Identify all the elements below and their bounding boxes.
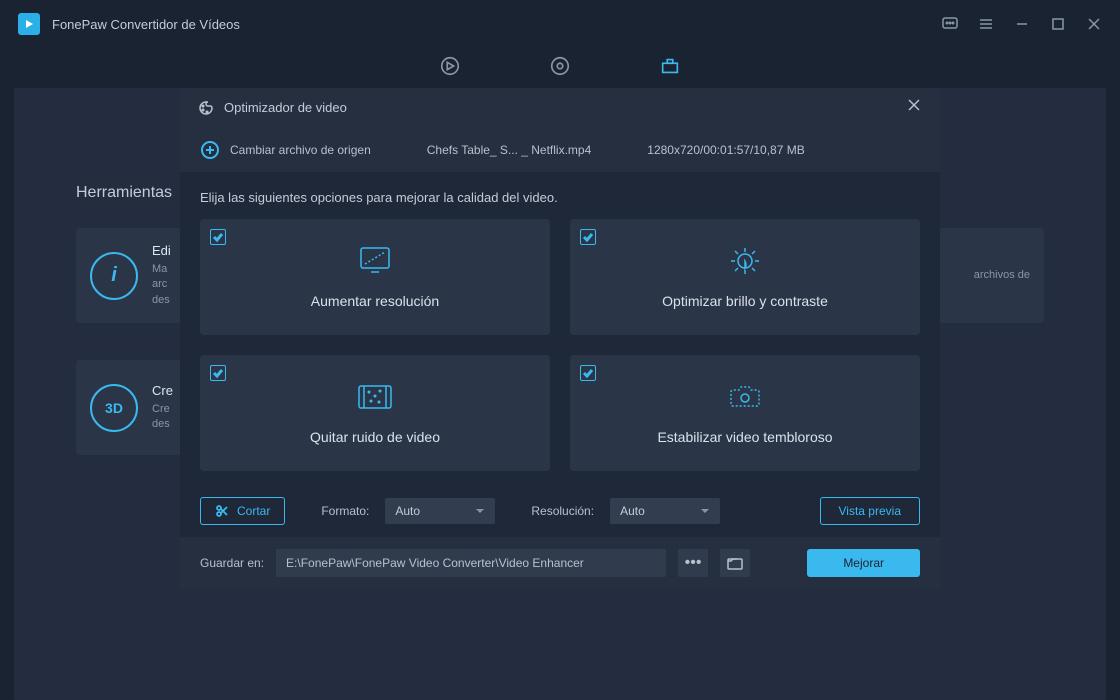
source-row: Cambiar archivo de origen Chefs Table_ S…: [180, 128, 940, 172]
chevron-down-icon: [475, 506, 485, 516]
tab-convert-icon[interactable]: [439, 55, 461, 82]
checkbox-upscale[interactable]: [210, 229, 226, 245]
modal-title: Optimizador de video: [224, 100, 906, 115]
option-grid: Aumentar resolución Optimizar brillo y c…: [200, 219, 920, 471]
resolution-select[interactable]: Auto: [610, 498, 720, 524]
bg-card-title: Edi: [152, 243, 171, 258]
browse-button[interactable]: •••: [678, 549, 708, 577]
option-denoise[interactable]: Quitar ruido de video: [200, 355, 550, 471]
brightness-icon: [723, 246, 767, 281]
bg-card-desc: Maarcdes: [152, 262, 171, 308]
close-modal-button[interactable]: [906, 97, 922, 118]
close-icon[interactable]: [1086, 16, 1102, 32]
cut-button[interactable]: Cortar: [200, 497, 285, 525]
denoise-icon: [353, 382, 397, 417]
save-path-input[interactable]: [276, 549, 666, 577]
titlebar: FonePaw Convertidor de Vídeos: [0, 0, 1120, 48]
top-tabs: [0, 48, 1120, 88]
option-denoise-label: Quitar ruido de video: [310, 429, 440, 445]
change-source-button[interactable]: Cambiar archivo de origen: [200, 140, 371, 160]
upscale-icon: [353, 246, 397, 281]
resolution-label: Resolución:: [531, 504, 594, 518]
option-brightness[interactable]: Optimizar brillo y contraste: [570, 219, 920, 335]
resolution-value: Auto: [620, 504, 645, 518]
tab-record-icon[interactable]: [549, 55, 571, 82]
3d-icon: 3D: [90, 384, 138, 432]
tab-tools-icon[interactable]: [659, 55, 681, 82]
enhance-button[interactable]: Mejorar: [807, 549, 920, 577]
bg-card-right-desc: archivos de: [974, 268, 1030, 283]
format-select[interactable]: Auto: [385, 498, 495, 524]
stabilize-icon: [723, 382, 767, 417]
info-icon: i: [90, 252, 138, 300]
bg-card3-desc: Credes: [152, 402, 173, 433]
format-value: Auto: [395, 504, 420, 518]
modal-body: Elija las siguientes opciones para mejor…: [180, 172, 940, 537]
option-upscale[interactable]: Aumentar resolución: [200, 219, 550, 335]
menu-icon[interactable]: [978, 16, 994, 32]
app-logo-icon: [18, 13, 40, 35]
modal-header: Optimizador de video: [180, 88, 940, 128]
preview-button[interactable]: Vista previa: [820, 497, 920, 525]
cut-label: Cortar: [237, 504, 270, 518]
checkbox-stabilize[interactable]: [580, 365, 596, 381]
controls-row: Cortar Formato: Auto Resolución: Auto Vi…: [200, 497, 920, 525]
video-enhancer-modal: Optimizador de video Cambiar archivo de …: [180, 88, 940, 589]
palette-icon: [198, 100, 214, 116]
option-brightness-label: Optimizar brillo y contraste: [662, 293, 828, 309]
option-upscale-label: Aumentar resolución: [311, 293, 439, 309]
checkbox-denoise[interactable]: [210, 365, 226, 381]
change-source-label: Cambiar archivo de origen: [230, 143, 371, 157]
open-folder-button[interactable]: [720, 549, 750, 577]
option-stabilize[interactable]: Estabilizar video tembloroso: [570, 355, 920, 471]
feedback-icon[interactable]: [942, 16, 958, 32]
format-label: Formato:: [321, 504, 369, 518]
preview-label: Vista previa: [839, 504, 901, 518]
title-controls: [942, 16, 1102, 32]
option-stabilize-label: Estabilizar video tembloroso: [657, 429, 832, 445]
chevron-down-icon: [700, 506, 710, 516]
body-area: Herramientas i Edi Maarcdes archivos de …: [14, 88, 1106, 700]
app-title: FonePaw Convertidor de Vídeos: [52, 17, 240, 32]
tools-heading: Herramientas: [76, 184, 172, 202]
save-label: Guardar en:: [200, 556, 264, 570]
enhance-label: Mejorar: [843, 556, 884, 570]
instruction-text: Elija las siguientes opciones para mejor…: [200, 190, 920, 205]
checkbox-brightness[interactable]: [580, 229, 596, 245]
source-meta: 1280x720/00:01:57/10,87 MB: [647, 143, 804, 157]
bg-card3-title: Cre: [152, 383, 173, 398]
maximize-icon[interactable]: [1050, 16, 1066, 32]
modal-footer: Guardar en: ••• Mejorar: [180, 537, 940, 589]
source-filename: Chefs Table_ S... _ Netflix.mp4: [427, 143, 592, 157]
minimize-icon[interactable]: [1014, 16, 1030, 32]
